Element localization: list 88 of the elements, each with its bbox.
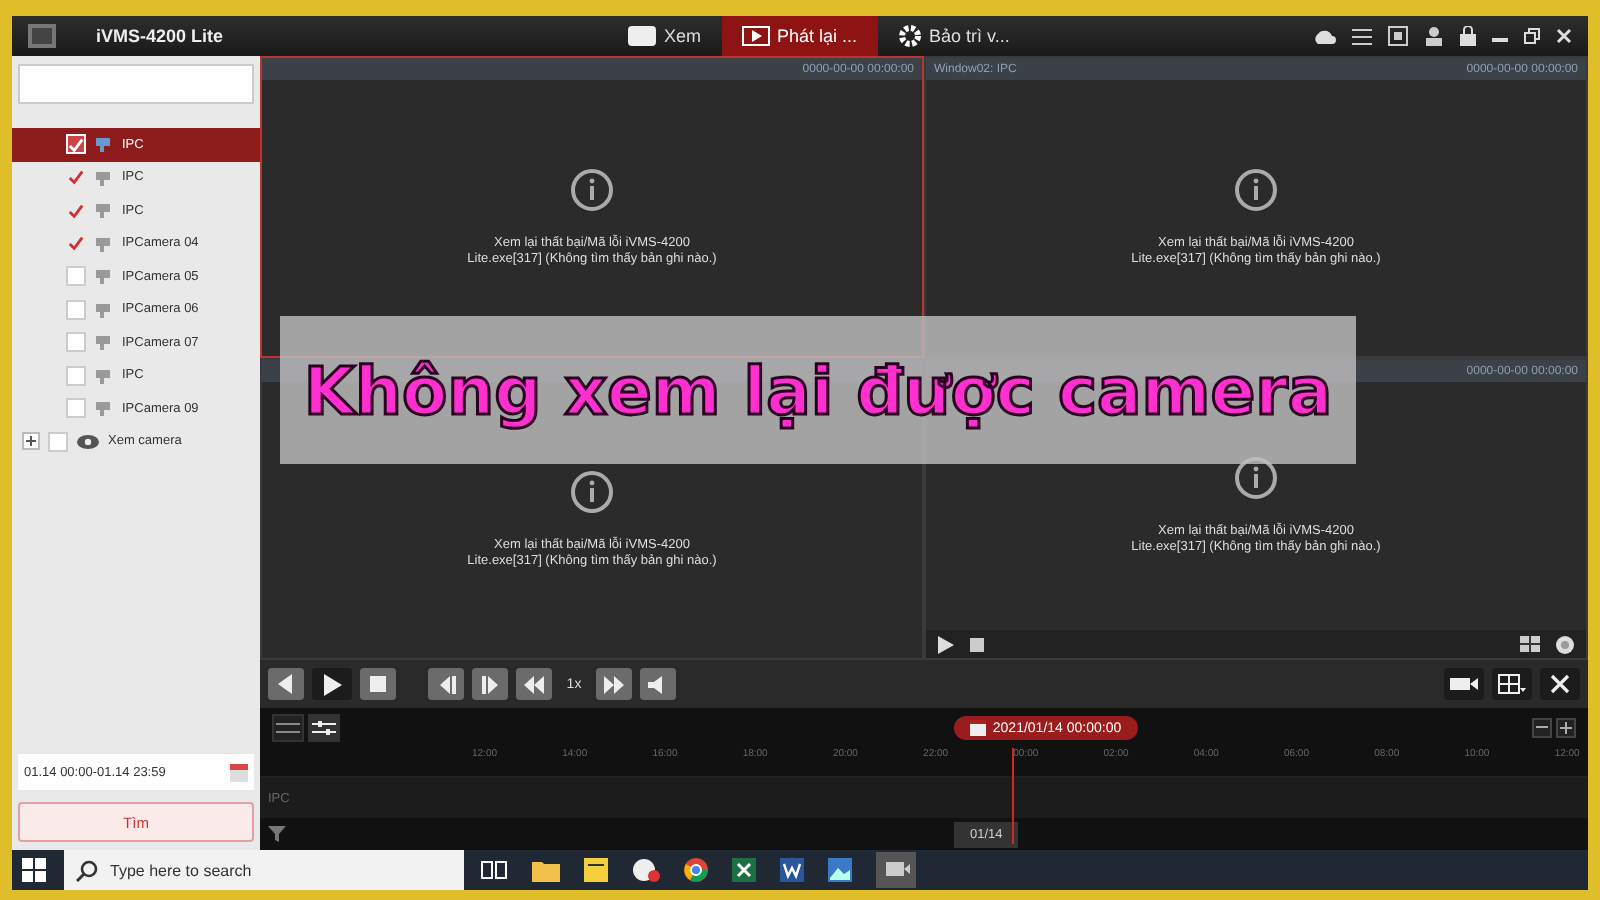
checkbox[interactable] [66,398,86,419]
frame-forward-button[interactable] [472,668,508,700]
stop-icon [370,676,386,692]
rewind-icon [524,675,544,693]
camera-icon [94,266,114,287]
spreadsheet-icon[interactable] [732,858,756,882]
info-icon [570,469,614,514]
fast-forward-icon [604,675,624,693]
play-icon[interactable] [938,635,954,653]
eye-icon [76,433,100,450]
zoom-in-button[interactable] [1556,718,1577,738]
checkbox[interactable] [48,431,68,452]
stop-icon[interactable] [970,637,984,651]
plus-icon [1560,722,1573,734]
info-icon [570,167,614,212]
tab[interactable]: Phát lại ... [721,16,878,56]
calendar-icon[interactable] [230,762,248,782]
faster-button[interactable] [596,668,632,700]
tab[interactable]: Bảo trì v... [877,16,1030,56]
checkbox[interactable] [66,365,86,386]
chat-icon[interactable] [632,858,660,882]
checkbox[interactable] [66,266,86,287]
search-field[interactable] [18,64,254,104]
layout-icon[interactable] [1520,636,1540,652]
play-button[interactable] [312,668,352,700]
minus-icon [1536,726,1549,730]
window-title: iVMS-4200 Lite [96,26,224,46]
document-icon[interactable] [780,858,804,882]
close-icon[interactable] [1556,28,1572,44]
camera-icon [94,365,114,386]
info-icon [1234,167,1278,212]
checkbox[interactable] [66,233,86,254]
caption-banner: Không xem lại được camera [280,316,1356,464]
checkbox[interactable] [66,299,86,320]
checkbox[interactable] [66,200,86,221]
taskbar-search-field[interactable]: Type here to search [64,850,464,890]
stop-button[interactable] [360,668,396,700]
filter-view-button[interactable] [308,714,340,742]
sliders-icon [312,720,336,736]
zoom-out-button[interactable] [1532,718,1553,738]
windows-start-icon[interactable] [22,858,46,882]
camera-app-icon[interactable] [876,852,916,888]
menu-icon[interactable] [1352,27,1372,45]
cross-icon [1550,674,1570,694]
user-icon[interactable] [1424,26,1444,46]
camera-button[interactable] [1444,668,1484,700]
camera-icon [94,167,114,188]
previous-button[interactable] [268,668,304,700]
fullscreen-button[interactable] [1540,668,1580,700]
checkbox[interactable] [66,332,86,353]
camera-icon [94,332,114,353]
play-icon [323,673,341,695]
camera-icon [94,233,114,254]
previous-icon [278,674,294,694]
note-icon[interactable] [584,858,608,882]
camera-icon [94,200,114,221]
checkbox[interactable] [66,167,86,188]
tab[interactable]: Xem [608,16,722,56]
grid-icon [1498,674,1526,694]
step-forward-icon [481,675,499,693]
camera-icon [94,134,114,155]
volume-button[interactable] [640,668,676,700]
expand-icon[interactable] [22,432,40,451]
record-icon[interactable] [1556,635,1574,653]
frame-back-button[interactable] [428,668,464,700]
calendar-icon [970,720,987,736]
list-view-button[interactable] [272,714,304,742]
lines-icon [276,720,300,736]
lock-icon[interactable] [1460,26,1476,46]
slower-button[interactable] [516,668,552,700]
camera-icon [1450,676,1478,692]
camera-icon [94,398,114,419]
filter-icon[interactable] [268,826,286,842]
browser-icon[interactable] [684,858,708,882]
layout-button[interactable] [1492,668,1532,700]
app-logo-icon [28,24,56,48]
task-view-icon[interactable] [480,858,508,882]
search-icon [76,859,98,881]
speaker-icon [648,675,668,693]
playback-icon [741,26,770,46]
camera-icon [94,299,114,320]
restore-icon[interactable] [1524,28,1540,44]
image-icon[interactable] [828,858,852,882]
cloud-icon[interactable] [1312,27,1336,45]
step-back-icon [437,675,455,693]
gear-icon [897,24,922,48]
monitor-icon [628,26,656,46]
folder-icon[interactable] [532,858,560,882]
